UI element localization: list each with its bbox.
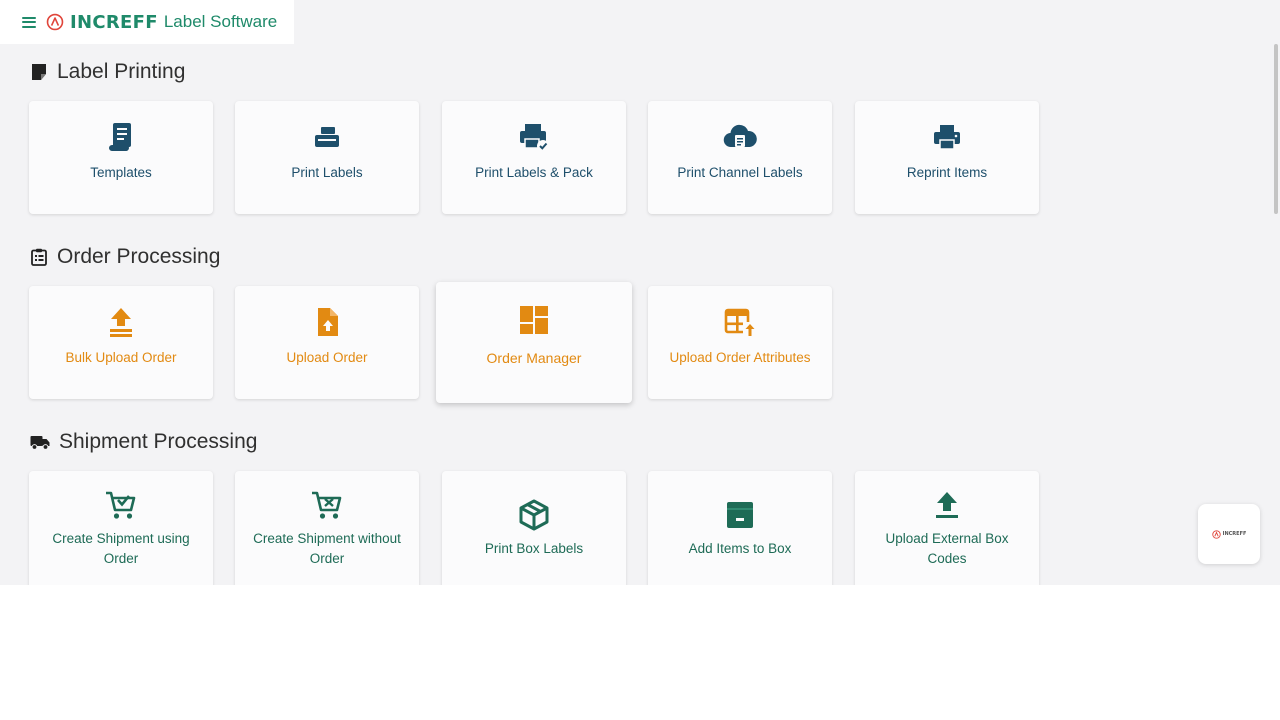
card-upload-external-box-codes[interactable]: Upload External Box Codes [855, 471, 1039, 585]
card-print-labels-pack[interactable]: Print Labels & Pack [442, 101, 626, 214]
dashboard-icon [520, 306, 548, 334]
app-name: Label Software [163, 12, 278, 31]
section-title-shipment-processing: Shipment Processing [30, 430, 257, 454]
card-label: Print Labels [291, 165, 363, 180]
increff-logo-icon [1211, 529, 1221, 539]
section-heading: Order Processing [57, 245, 221, 268]
card-order-manager[interactable]: Order Manager [436, 282, 632, 403]
card-label: Upload Order [286, 350, 368, 365]
card-label: Add Items to Box [688, 541, 792, 556]
card-label: Print Labels & Pack [475, 165, 593, 180]
printer-check-icon [520, 124, 549, 152]
table-upload-icon [724, 308, 757, 338]
section-title-order-processing: Order Processing [30, 245, 220, 269]
card-templates[interactable]: Templates [29, 101, 213, 214]
widget-label: INCREFF [1222, 531, 1247, 537]
label-printer-icon [315, 127, 339, 147]
card-label: Print Channel Labels [677, 165, 803, 180]
card-label: Print Box Labels [484, 541, 584, 556]
cloud-document-icon [723, 124, 757, 148]
file-upload-icon [318, 308, 338, 336]
card-label: Create Shipment using Order [52, 531, 190, 566]
vertical-scrollbar[interactable] [1272, 44, 1280, 585]
upload-arrow-icon [936, 492, 958, 518]
increff-logo-icon [46, 13, 64, 31]
box-icon [519, 499, 549, 531]
card-add-items-to-box[interactable]: Add Items to Box [648, 471, 832, 585]
card-label: Templates [90, 165, 152, 180]
card-label: Order Manager [486, 350, 582, 366]
card-print-box-labels[interactable]: Print Box Labels [442, 471, 626, 585]
card-label: Bulk Upload Order [65, 350, 177, 365]
app-window: INCREFF Label Software Label Printing Te… [0, 0, 1280, 585]
card-upload-order[interactable]: Upload Order [235, 286, 419, 399]
printer-icon [934, 125, 960, 150]
hamburger-menu-icon[interactable] [22, 16, 36, 28]
truck-icon [30, 436, 50, 450]
increff-widget-button[interactable]: INCREFF [1198, 504, 1260, 564]
bulk-upload-icon [110, 308, 132, 337]
section-title-label-printing: Label Printing [30, 60, 185, 84]
card-create-shipment-without-order[interactable]: Create Shipment without Order [235, 471, 419, 585]
section-heading: Label Printing [57, 60, 186, 83]
scrollbar-thumb[interactable] [1274, 44, 1278, 214]
section-heading: Shipment Processing [59, 430, 258, 453]
card-label: Upload External Box Codes [885, 531, 1009, 566]
cart-check-icon [106, 491, 136, 519]
card-label: Create Shipment without Order [253, 531, 401, 566]
card-label: Reprint Items [906, 165, 988, 180]
scroll-icon [109, 123, 131, 151]
card-bulk-upload-order[interactable]: Bulk Upload Order [29, 286, 213, 399]
card-reprint-items[interactable]: Reprint Items [855, 101, 1039, 214]
clipboard-list-icon [31, 248, 47, 266]
main-content: Label Printing Templates Print Labels Pr… [0, 44, 1272, 585]
archive-box-icon [727, 502, 753, 528]
cart-cross-icon [312, 491, 342, 519]
top-bar: INCREFF Label Software [0, 0, 1280, 44]
brand-name: INCREFF [70, 11, 158, 33]
card-print-channel-labels[interactable]: Print Channel Labels [648, 101, 832, 214]
card-create-shipment-using-order[interactable]: Create Shipment using Order [29, 471, 213, 585]
sticky-note-icon [32, 64, 46, 80]
card-upload-order-attributes[interactable]: Upload Order Attributes [648, 286, 832, 399]
card-print-labels[interactable]: Print Labels [235, 101, 419, 214]
brand-header: INCREFF Label Software [0, 0, 294, 44]
card-label: Upload Order Attributes [669, 350, 811, 365]
